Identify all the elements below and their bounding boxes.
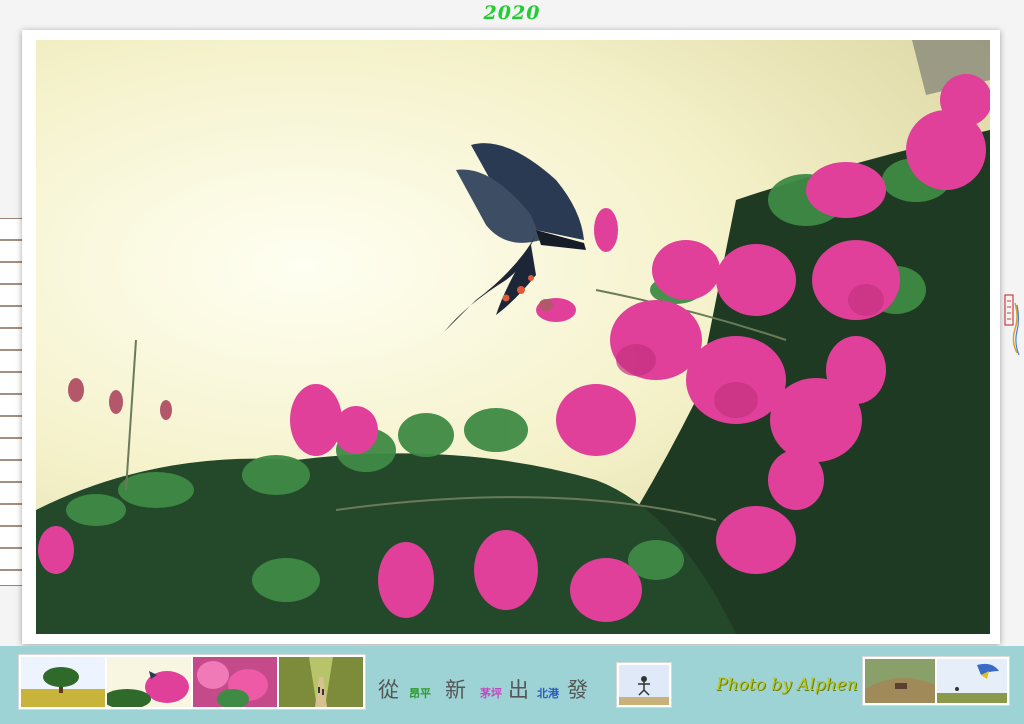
thumbnail-strip-middle (616, 662, 672, 708)
motto-place-1: 昂平 (409, 687, 431, 700)
thumbnail-jumping-person[interactable] (619, 665, 669, 705)
thumbnail-flowers[interactable] (193, 657, 277, 707)
thumbnail-strip-right (862, 656, 1010, 706)
motto-char-2: 新 (445, 678, 466, 702)
thumbnail-paraglider[interactable] (937, 659, 1007, 703)
thumbnail-tree[interactable] (21, 657, 105, 707)
left-edge-decoration (0, 218, 23, 586)
main-photo[interactable] (36, 40, 990, 634)
motto-place-3: 北港 (537, 687, 559, 700)
motto-char-4: 發 (567, 678, 588, 702)
year-title: 2020 (483, 2, 541, 24)
motto-place-2: 茅坪 (480, 687, 502, 700)
motto-char-1: 從 (378, 678, 399, 702)
photo-credit: Photo by Alphen (716, 675, 858, 695)
butterfly-flower-illustration (36, 40, 990, 634)
seal-stamp (1003, 293, 1021, 357)
footer-motto: 從 昂平 新 茅坪 出 北港 發 (378, 674, 588, 702)
photo-frame (22, 30, 1000, 644)
motto-char-3: 出 (508, 678, 529, 702)
thumbnail-butterfly[interactable] (107, 657, 191, 707)
thumbnail-hill-bench[interactable] (865, 659, 935, 703)
thumbnail-strip-left (18, 654, 366, 710)
thumbnail-forest-path[interactable] (279, 657, 363, 707)
